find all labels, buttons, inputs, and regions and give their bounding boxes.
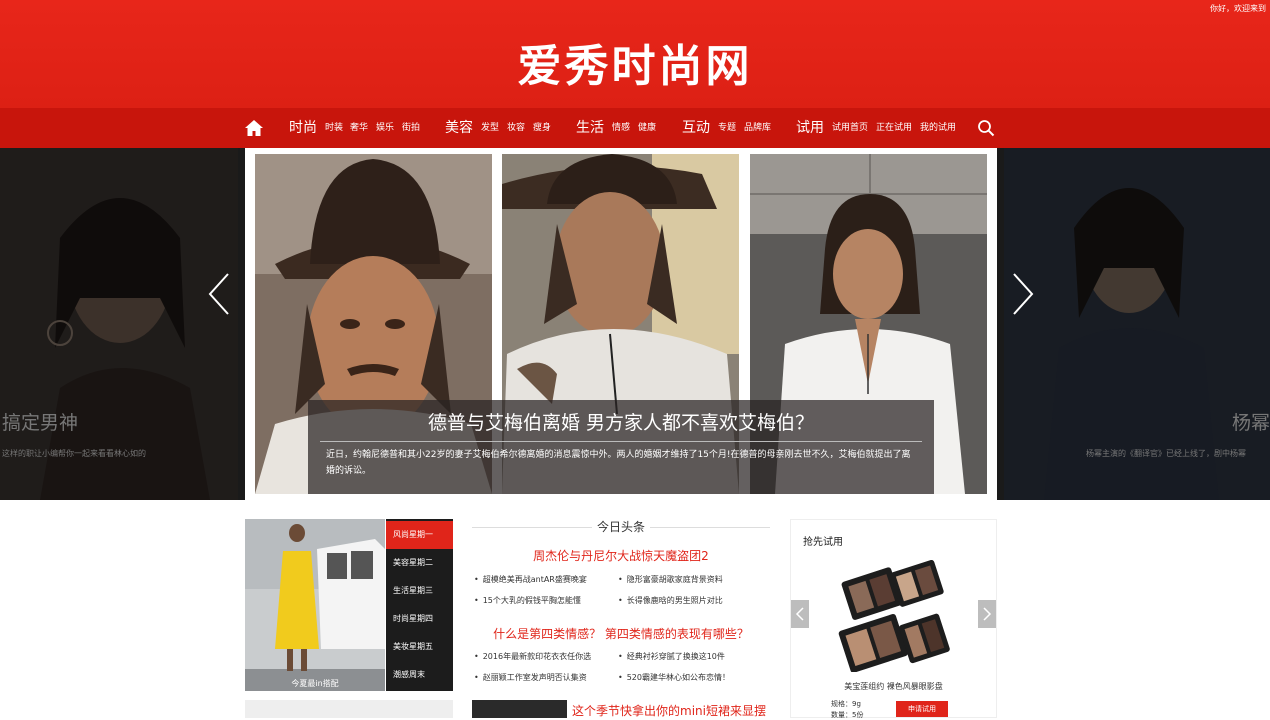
news-link[interactable]: 长得像鹿晗的男生照片对比 — [618, 595, 723, 606]
product-quantity: 数量：5份 — [831, 711, 864, 719]
promo-menu-item[interactable]: 美妆星期五 — [386, 633, 453, 661]
promo-menu-item[interactable]: 美容星期二 — [386, 549, 453, 577]
news-link[interactable]: 15个大乳的假钱平胸怎能懂 — [474, 595, 581, 606]
nav-interact-sub-1[interactable]: 专题 — [718, 108, 736, 148]
nav-beauty[interactable]: 美容 — [445, 108, 473, 148]
news-link[interactable]: 隐形富豪胡歌家庭背景资料 — [618, 574, 723, 585]
carousel-prev-arrow-icon[interactable] — [206, 270, 232, 318]
nav-life-sub-1[interactable]: 情感 — [612, 108, 630, 148]
headline-link[interactable]: 什么是第四类情感？ 第四类情感的表现有哪些？ — [472, 625, 770, 642]
promo-menu-item[interactable]: 生活星期三 — [386, 577, 453, 605]
nav-fashion-sub-1[interactable]: 时装 — [325, 108, 343, 148]
nav-fashion-sub-3[interactable]: 娱乐 — [376, 108, 394, 148]
trial-next-button[interactable] — [978, 600, 996, 628]
promo-next-block — [245, 700, 453, 718]
nav-trial-sub-3[interactable]: 我的试用 — [920, 108, 956, 148]
news-link[interactable]: 520霸建华林心如公布恋情！ — [618, 672, 730, 683]
next-slide-subtitle: 杨幂主演的《翻译官》已经上线了，剧中杨幂 — [1086, 449, 1246, 458]
headline-link[interactable]: 这个季节快拿出你的mini短裙来显摆 — [572, 702, 770, 719]
product-name[interactable]: 美宝莲组约 裸色风暴眼影盘 — [790, 681, 997, 692]
nav-interact-sub-2[interactable]: 品牌库 — [744, 108, 771, 148]
product-spec: 规格：9g — [831, 700, 861, 708]
nav-beauty-sub-2[interactable]: 妆容 — [507, 108, 525, 148]
news-link[interactable]: 赵丽颖工作室发声明否认集资 — [474, 672, 587, 683]
promo-image[interactable]: 今夏最in搭配 — [245, 519, 385, 691]
street-style-photo — [245, 519, 385, 691]
prev-slide-caption: 搞定男神 — [2, 412, 79, 434]
trial-heading: 抢先试用 — [803, 537, 843, 548]
promo-menu-item[interactable]: 潮感周末 — [386, 661, 453, 689]
nav-life[interactable]: 生活 — [576, 108, 604, 148]
nav-life-sub-2[interactable]: 健康 — [638, 108, 656, 148]
promo-caption: 今夏最in搭配 — [291, 679, 339, 688]
prev-slide-subtitle: 这样的职让小编帮你一起来看看林心如的 — [2, 449, 146, 458]
carousel-title[interactable]: 德普与艾梅伯离婚 男方家人都不喜欢艾梅伯？ — [308, 408, 934, 435]
nav-interact[interactable]: 互动 — [682, 108, 710, 148]
carousel-next-slide[interactable]: 杨幂 杨幂主演的《翻译官》已经上线了，剧中杨幂 — [1004, 148, 1270, 500]
carousel-prev-slide[interactable]: 搞定男神 这样的职让小编帮你一起来看看林心如的 — [0, 148, 238, 500]
nav-fashion-sub-2[interactable]: 奢华 — [350, 108, 368, 148]
apply-trial-button[interactable]: 申请试用 — [896, 701, 948, 717]
caption-divider — [320, 441, 922, 442]
headline-thumb[interactable] — [472, 700, 567, 718]
news-link[interactable]: 2016年最新款印花衣衣任你选 — [474, 651, 591, 662]
trial-prev-button[interactable] — [791, 600, 809, 628]
headline-link[interactable]: 周杰伦与丹尼尔大战惊天魔盗团2 — [472, 547, 770, 564]
greeting-text: 你好，欢迎来到 — [1210, 4, 1266, 13]
search-icon[interactable] — [977, 119, 995, 137]
nav-beauty-sub-1[interactable]: 发型 — [481, 108, 499, 148]
nav-beauty-sub-3[interactable]: 瘦身 — [533, 108, 551, 148]
nav-trial[interactable]: 试用 — [796, 108, 824, 148]
main-nav: 时尚 时装 奢华 娱乐 街拍 美容 发型 妆容 瘦身 生活 情感 健康 互动 专… — [0, 108, 1270, 148]
chevron-right-icon — [983, 607, 992, 621]
next-slide-caption: 杨幂 — [1232, 412, 1270, 434]
promo-menu-item[interactable]: 风尚星期一 — [386, 521, 453, 549]
nav-trial-sub-1[interactable]: 试用首页 — [832, 108, 868, 148]
chevron-left-icon — [795, 607, 804, 621]
site-logo[interactable]: 爱秀时尚网 — [0, 30, 1270, 94]
headlines-heading: 今日头条 — [596, 520, 645, 534]
carousel-next-arrow-icon[interactable] — [1010, 270, 1036, 318]
title-divider-right — [650, 527, 770, 528]
headlines-section-title: 今日头条 — [472, 518, 770, 536]
carousel-description: 近日，约翰尼德普和其小22岁的妻子艾梅伯希尔德离婚的消息震惊中外。两人的婚姻才维… — [326, 450, 911, 476]
nav-fashion-sub-4[interactable]: 街拍 — [402, 108, 420, 148]
eyeshadow-palette-image[interactable] — [838, 560, 950, 672]
home-icon[interactable] — [244, 118, 264, 138]
promo-menu: 风尚星期一 美容星期二 生活星期三 时尚星期四 美妆星期五 潮感周末 — [386, 519, 453, 691]
title-divider-left — [472, 527, 592, 528]
news-link[interactable]: 经典衬衫穿腻了换换这10件 — [618, 651, 725, 662]
promo-menu-item[interactable]: 时尚星期四 — [386, 605, 453, 633]
nav-fashion[interactable]: 时尚 — [289, 108, 317, 148]
carousel-caption-box[interactable]: 德普与艾梅伯离婚 男方家人都不喜欢艾梅伯？ 近日，约翰尼德普和其小22岁的妻子艾… — [308, 400, 934, 494]
nav-trial-sub-2[interactable]: 正在试用 — [876, 108, 912, 148]
news-link[interactable]: 超模绝美再战antAR盛赛晚宴 — [474, 574, 587, 585]
